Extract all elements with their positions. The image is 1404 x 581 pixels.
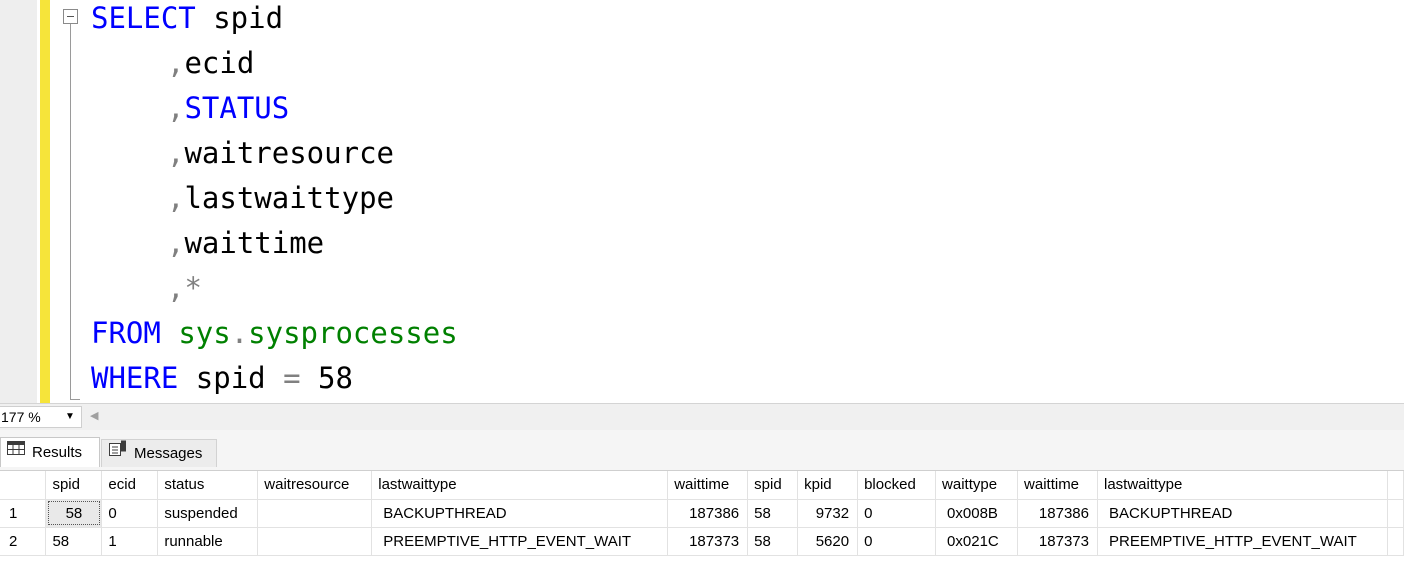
query-editor[interactable]: SELECT spid ,ecid ,STATUS ,waitresource ,las… <box>0 0 1404 403</box>
code-token: . <box>230 316 249 350</box>
table-row[interactable]: 2 58 1 runnable PREEMPTIVE_HTTP_EVENT_WAIT 18… <box>0 527 1404 556</box>
column-header[interactable]: spid <box>45 471 103 500</box>
code-line[interactable]: ,ecid <box>91 42 254 84</box>
column-header[interactable]: blocked <box>857 471 937 500</box>
grid-cell[interactable]: 58 <box>747 499 799 528</box>
fold-guide-end <box>70 399 80 400</box>
code-token: , <box>167 271 185 305</box>
results-table: spid ecid status waitresource lastwaittype wa… <box>0 471 1404 556</box>
grid-cell[interactable]: 58 <box>45 527 103 556</box>
results-grid[interactable]: spid ecid status waitresource lastwaittype wa… <box>0 470 1404 581</box>
code-line[interactable]: SELECT spid <box>91 0 283 39</box>
column-header[interactable]: ecid <box>101 471 159 500</box>
column-header[interactable]: waittime <box>667 471 749 500</box>
grid-cell[interactable]: 187386 <box>1017 499 1098 528</box>
code-token: , <box>167 226 185 260</box>
grid-cell[interactable]: 0x008B <box>935 499 1019 528</box>
grid-cell[interactable]: 0x021C <box>935 527 1019 556</box>
grid-cell[interactable]: 5620 <box>797 527 859 556</box>
collapse-icon[interactable] <box>63 9 78 24</box>
code-token: WHERE <box>91 361 179 395</box>
zoom-select[interactable]: 177 % ▼ <box>0 406 82 428</box>
code-token: lastwaittype <box>184 181 394 215</box>
column-header[interactable]: waittype <box>935 471 1019 500</box>
tab-messages-label: Messages <box>134 445 203 463</box>
editor-status-strip: 177 % ▼ ◀ <box>0 403 1404 430</box>
grid-cell[interactable]: 187373 <box>667 527 749 556</box>
table-row[interactable]: 1 58 0 suspended BACKUPTHREAD 187386 58 9732 0 0x… <box>0 499 1404 528</box>
grid-cell[interactable]: suspended <box>157 499 259 528</box>
code-token: STATUS <box>184 91 290 125</box>
column-header[interactable]: status <box>157 471 259 500</box>
zoom-value: 177 % <box>1 409 41 425</box>
code-token: waitresource <box>184 136 394 170</box>
code-token: , <box>167 91 185 125</box>
code-token: , <box>167 136 185 170</box>
grid-cell[interactable]: 187373 <box>1017 527 1098 556</box>
tab-results-label: Results <box>32 444 83 462</box>
column-header[interactable]: lastwaittype <box>371 471 669 500</box>
row-number[interactable]: 1 <box>0 499 47 528</box>
code-line[interactable]: ,lastwaittype <box>91 177 394 219</box>
fold-guide <box>70 24 71 400</box>
grid-cell[interactable]: 0 <box>857 499 937 528</box>
grid-cell[interactable]: 9732 <box>797 499 859 528</box>
code-line[interactable]: ,waitresource <box>91 132 394 174</box>
grid-cell[interactable]: runnable <box>157 527 259 556</box>
grid-icon <box>7 436 25 466</box>
column-header[interactable] <box>1387 471 1404 500</box>
code-token: FROM <box>91 316 161 350</box>
grid-cell[interactable] <box>1387 527 1404 556</box>
grid-cell[interactable]: 58 <box>45 499 103 528</box>
code-token: spid <box>178 361 284 395</box>
column-header[interactable]: lastwaittype <box>1097 471 1388 500</box>
grid-cell[interactable] <box>257 527 373 556</box>
code-line[interactable]: ,waittime <box>91 222 324 264</box>
code-token: sys <box>178 316 231 350</box>
grid-cell[interactable]: 1 <box>101 527 159 556</box>
grid-cell[interactable]: PREEMPTIVE_HTTP_EVENT_WAIT <box>1097 527 1388 556</box>
code-line[interactable]: ,* <box>91 267 202 309</box>
grid-cell[interactable]: BACKUPTHREAD <box>1097 499 1388 528</box>
change-tracking-bar <box>40 0 50 403</box>
grid-cell[interactable] <box>1387 499 1404 528</box>
grid-cell[interactable]: 58 <box>747 527 799 556</box>
messages-icon <box>109 438 127 466</box>
chevron-down-icon[interactable]: ▼ <box>63 409 77 425</box>
column-header[interactable]: waittime <box>1017 471 1098 500</box>
row-header-corner[interactable] <box>0 471 47 500</box>
column-header[interactable]: waitresource <box>257 471 373 500</box>
code-token: waittime <box>184 226 325 260</box>
code-line[interactable]: ,STATUS <box>91 87 289 129</box>
code-token: SELECT <box>91 1 196 35</box>
code-token: sysprocesses <box>248 316 458 350</box>
column-header[interactable]: spid <box>747 471 799 500</box>
results-tab-bar: Results Messages <box>0 430 1404 470</box>
tab-messages[interactable]: Messages <box>101 439 217 467</box>
code-token: , <box>167 181 185 215</box>
column-header[interactable]: kpid <box>797 471 859 500</box>
code-token: ecid <box>184 46 255 80</box>
grid-cell[interactable] <box>257 499 373 528</box>
code-token: * <box>184 271 202 305</box>
code-token: spid <box>195 1 284 35</box>
scroll-left-icon[interactable]: ◀ <box>90 409 98 422</box>
code-token: = <box>283 361 301 395</box>
line-gutter <box>0 0 37 403</box>
code-token: , <box>167 46 185 80</box>
grid-header-row: spid ecid status waitresource lastwaittype wa… <box>0 471 1404 500</box>
grid-cell[interactable]: BACKUPTHREAD <box>371 499 669 528</box>
row-number[interactable]: 2 <box>0 527 47 556</box>
grid-cell[interactable]: PREEMPTIVE_HTTP_EVENT_WAIT <box>371 527 669 556</box>
grid-cell[interactable]: 187386 <box>667 499 749 528</box>
code-line[interactable]: FROM sys.sysprocesses <box>91 312 458 354</box>
grid-cell[interactable]: 0 <box>857 527 937 556</box>
tab-results[interactable]: Results <box>0 437 100 467</box>
code-token: 58 <box>300 361 353 395</box>
ssms-query-window: SELECT spid ,ecid ,STATUS ,waitresource ,las… <box>0 0 1404 581</box>
grid-cell[interactable]: 0 <box>101 499 159 528</box>
code-line[interactable]: WHERE spid = 58 <box>91 357 353 399</box>
